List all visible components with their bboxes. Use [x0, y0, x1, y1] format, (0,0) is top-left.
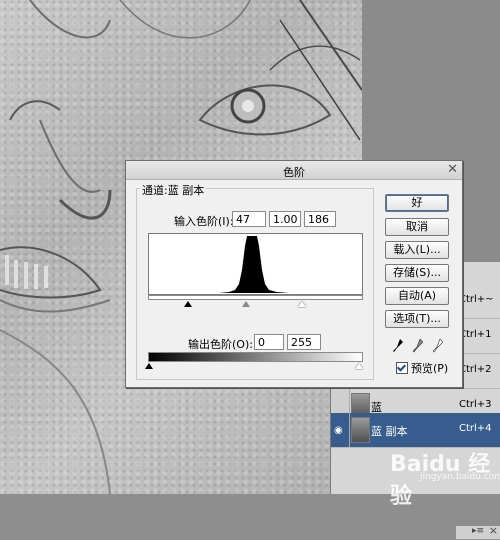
- auto-button[interactable]: 自动(A): [385, 287, 449, 305]
- output-white-field[interactable]: 255: [287, 334, 321, 350]
- visibility-toggle[interactable]: ◉: [331, 413, 350, 447]
- channel-shortcut: Ctrl+~: [459, 294, 494, 305]
- input-gamma-field[interactable]: 1.00: [269, 211, 301, 227]
- dialog-titlebar[interactable]: 色阶 ✕: [126, 161, 462, 180]
- dialog-title: 色阶: [283, 166, 305, 179]
- preview-label: 预览(P): [411, 362, 449, 375]
- input-gamma-slider[interactable]: [242, 301, 250, 307]
- cancel-button[interactable]: 取消: [385, 218, 449, 236]
- close-icon[interactable]: ✕: [447, 162, 458, 177]
- channel-label[interactable]: 通道:蓝 副本: [140, 182, 207, 198]
- load-button[interactable]: 载入(L)...: [385, 241, 449, 259]
- channel-row-selected[interactable]: ◉ 蓝 副本 Ctrl+4: [331, 413, 500, 448]
- ok-button[interactable]: 好: [385, 194, 449, 212]
- channel-thumbnail: [351, 417, 370, 443]
- eyedropper-gray-icon[interactable]: [412, 338, 424, 353]
- input-black-slider[interactable]: [184, 301, 192, 307]
- histogram: [148, 233, 363, 295]
- panel-header: ▸≡ ×: [456, 524, 500, 540]
- input-white-field[interactable]: 186: [304, 211, 336, 227]
- save-button[interactable]: 存储(S)...: [385, 264, 449, 282]
- input-black-field[interactable]: 47: [232, 211, 266, 227]
- eye-icon: ◉: [334, 425, 343, 436]
- close-icon[interactable]: ×: [489, 524, 498, 537]
- output-black-slider[interactable]: [145, 363, 153, 369]
- output-black-field[interactable]: 0: [254, 334, 284, 350]
- input-slider-track: [148, 295, 363, 300]
- options-button[interactable]: 选项(T)...: [385, 310, 449, 328]
- watermark-url: jingyan.baidu.com: [420, 472, 500, 482]
- eyedropper-black-icon[interactable]: [393, 339, 403, 353]
- panel-menu-icon[interactable]: ▸≡: [472, 526, 484, 536]
- channel-shortcut: Ctrl+4: [459, 423, 492, 434]
- eyedropper-white-icon[interactable]: [432, 338, 444, 353]
- preview-checkbox[interactable]: 预览(P): [396, 360, 448, 376]
- channel-name: 蓝 副本: [371, 425, 408, 438]
- input-levels-label: 输入色阶(I):: [174, 215, 234, 228]
- levels-dialog: 色阶 ✕ 通道:蓝 副本 输入色阶(I): 47 1.00 186 输出色阶(O…: [125, 160, 463, 388]
- output-white-slider[interactable]: [355, 363, 363, 369]
- input-white-slider[interactable]: [298, 301, 306, 307]
- output-gradient-bar: [148, 352, 363, 362]
- output-levels-label: 输出色阶(O):: [188, 338, 253, 351]
- channel-shortcut: Ctrl+1: [459, 329, 492, 340]
- channel-shortcut: Ctrl+2: [459, 364, 492, 375]
- checkbox-checked-icon[interactable]: [396, 362, 408, 374]
- histogram-plot: [149, 236, 362, 293]
- channel-shortcut: Ctrl+3: [459, 399, 492, 410]
